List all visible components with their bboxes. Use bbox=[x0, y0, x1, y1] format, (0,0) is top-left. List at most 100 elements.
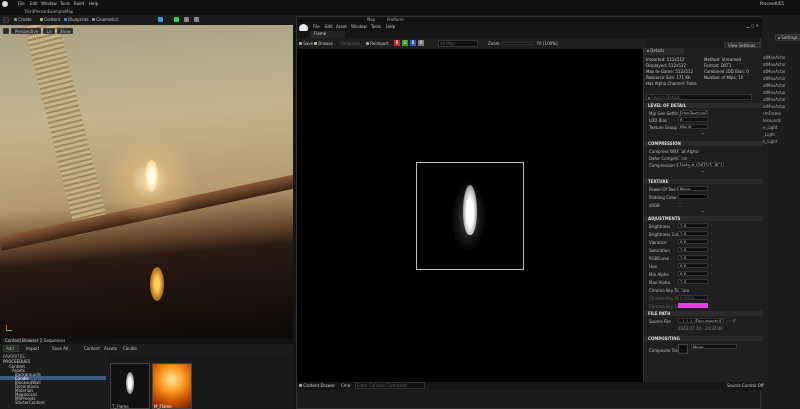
channel-r-toggle[interactable]: R bbox=[394, 40, 400, 46]
toolbar-blueprints[interactable]: Blueprints bbox=[64, 17, 89, 22]
editor-menu-help[interactable]: Help bbox=[386, 24, 395, 29]
viewport-menu-button[interactable] bbox=[3, 28, 9, 34]
menu-build[interactable]: Build bbox=[74, 1, 84, 6]
tab-platform[interactable]: Platform bbox=[387, 17, 404, 22]
editor-menu-asset[interactable]: Asset bbox=[336, 24, 347, 29]
channel-a-toggle[interactable]: A bbox=[418, 40, 424, 46]
step-icon[interactable] bbox=[184, 17, 189, 22]
expand-lod-chevron-icon[interactable]: ⌄ bbox=[698, 130, 708, 135]
prop-compression-settings-select[interactable]: Default (DXT1/5, BC1/3 on DX11) bbox=[678, 162, 724, 167]
outliner-item[interactable]: atMovActor bbox=[763, 76, 800, 83]
settings-button[interactable]: Settings bbox=[775, 34, 800, 41]
tab-map[interactable]: Map bbox=[367, 17, 375, 22]
prop-padding-color-swatch[interactable] bbox=[678, 194, 708, 199]
prop-saturation-input[interactable]: 1.0 bbox=[678, 247, 708, 252]
section-adjustments[interactable]: ADJUSTMENTS bbox=[644, 216, 763, 221]
cmd-label[interactable]: Cmd bbox=[341, 383, 350, 388]
outliner-item[interactable]: atMovActor bbox=[763, 97, 800, 104]
lit-button[interactable]: Lit bbox=[43, 28, 55, 34]
prop-chroma-key-texture-checkbox[interactable] bbox=[678, 288, 682, 292]
source-control-status[interactable]: Source Control Off bbox=[727, 383, 764, 388]
outliner-item[interactable]: atMovActor bbox=[763, 90, 800, 97]
save-level-button[interactable] bbox=[3, 17, 9, 23]
add-button[interactable]: Add bbox=[3, 345, 19, 352]
outliner-item[interactable]: atMovActor bbox=[763, 55, 800, 62]
path-candle[interactable]: Candle bbox=[123, 346, 137, 351]
section-compression[interactable]: COMPRESSION bbox=[644, 141, 763, 146]
outliner-item[interactable]: atMovActor bbox=[763, 104, 800, 111]
section-level-of-detail[interactable]: LEVEL OF DETAIL bbox=[644, 103, 763, 108]
prop-min-alpha-input[interactable]: 0.0 bbox=[678, 271, 708, 276]
texture-viewport[interactable] bbox=[297, 49, 643, 382]
tab-content-browser[interactable]: Content Browser 1 bbox=[3, 338, 45, 343]
details-search-input[interactable]: Search Details bbox=[646, 94, 752, 100]
prop-srgb-checkbox[interactable] bbox=[678, 203, 682, 207]
prop-max-alpha-input[interactable]: 1.0 bbox=[678, 279, 708, 284]
file-path-actions[interactable]: ⋯ ↺ bbox=[727, 318, 736, 323]
mode-icon[interactable] bbox=[158, 17, 163, 22]
tree-item[interactable]: StarterContent bbox=[0, 400, 106, 404]
browse-button[interactable]: Browse bbox=[314, 41, 333, 46]
outliner-item[interactable]: e_Light bbox=[763, 125, 800, 132]
expand-compression-chevron-icon[interactable]: ⌄ bbox=[698, 168, 708, 173]
prop-composite-texture-select[interactable]: None bbox=[691, 344, 737, 349]
prop-power-of-two-select[interactable]: None bbox=[678, 186, 708, 191]
tab-level[interactable]: ThirdPersonExampleMap bbox=[24, 9, 73, 14]
outliner-item[interactable]: atMovActor bbox=[763, 83, 800, 90]
menu-help[interactable]: Help bbox=[89, 1, 98, 6]
reimport-button[interactable]: Reimport bbox=[366, 41, 389, 46]
view-settings-button[interactable]: View Settings bbox=[724, 42, 760, 48]
path-assets[interactable]: Assets bbox=[104, 346, 117, 351]
menu-file[interactable]: File bbox=[18, 1, 25, 6]
section-compositing[interactable]: COMPOSITING bbox=[644, 336, 763, 341]
menu-edit[interactable]: Edit bbox=[30, 1, 38, 6]
section-texture[interactable]: TEXTURE bbox=[644, 179, 763, 184]
show-button[interactable]: Show bbox=[57, 28, 73, 34]
prop-source-file-path[interactable]: ../../../../Documents/Candle/Flame.png bbox=[678, 318, 724, 323]
save-all-button[interactable]: Save All bbox=[52, 346, 68, 351]
section-file-path[interactable]: FILE PATH bbox=[644, 311, 763, 316]
save-button[interactable]: Save bbox=[299, 41, 313, 46]
stop-icon[interactable] bbox=[194, 17, 199, 22]
expand-texture-chevron-icon[interactable]: ⌄ bbox=[698, 208, 708, 213]
toolbar-cinematics[interactable]: Cinematics bbox=[92, 17, 119, 22]
tab-sequencer[interactable]: Sequencer bbox=[44, 338, 65, 343]
menu-tools[interactable]: Tools bbox=[60, 1, 70, 6]
prop-chroma-key-threshold-input[interactable]: 0.0039 bbox=[678, 295, 708, 300]
outliner-item[interactable]: atMovActor bbox=[763, 69, 800, 76]
perspective-button[interactable]: Perspective bbox=[11, 28, 41, 34]
toolbar-create[interactable]: Create bbox=[14, 17, 32, 22]
level-viewport[interactable]: Perspective Lit Show bbox=[0, 25, 293, 338]
menu-window[interactable]: Window bbox=[41, 1, 57, 6]
content-drawer-button[interactable]: Content Drawer bbox=[299, 383, 335, 388]
prop-chroma-key-color-swatch[interactable] bbox=[678, 303, 708, 308]
prop-compress-no-alpha-checkbox[interactable] bbox=[678, 149, 682, 153]
toolbar-content[interactable]: Content bbox=[40, 17, 60, 22]
channel-g-toggle[interactable]: G bbox=[402, 40, 408, 46]
prop-lod-bias-input[interactable]: 0 bbox=[678, 117, 708, 122]
prop-defer-compression-checkbox[interactable] bbox=[678, 156, 682, 160]
outliner-item[interactable]: rmFrame bbox=[763, 111, 800, 118]
play-icon[interactable] bbox=[174, 17, 179, 22]
editor-menu-tools[interactable]: Tools bbox=[371, 24, 381, 29]
prop-texture-group-select[interactable]: World bbox=[678, 124, 708, 129]
compress-button[interactable]: Compress bbox=[340, 41, 360, 46]
zoom-slider[interactable] bbox=[502, 42, 532, 45]
prop-brightness-curve-input[interactable]: 1.0 bbox=[678, 231, 708, 236]
outliner-item[interactable]: lesounds bbox=[763, 118, 800, 125]
prop-mip-gen-select[interactable]: FromTextureGroup bbox=[678, 110, 708, 115]
path-content[interactable]: Content bbox=[84, 346, 100, 351]
asset-tile-flame-material[interactable]: M_Flame bbox=[152, 363, 192, 409]
mip-selector[interactable]: All Mips bbox=[438, 40, 478, 47]
outliner-item[interactable]: k_Light bbox=[763, 139, 800, 146]
editor-menu-file[interactable]: File bbox=[313, 24, 320, 29]
outliner-item[interactable]: _Light bbox=[763, 132, 800, 139]
editor-menu-window[interactable]: Window bbox=[351, 24, 367, 29]
window-controls[interactable]: ▁ ▢ ✕ bbox=[727, 23, 759, 29]
prop-composite-texture-thumb[interactable] bbox=[678, 344, 688, 354]
prop-rgb-curve-input[interactable]: 1.0 bbox=[678, 255, 708, 260]
prop-vibrance-input[interactable]: 0.0 bbox=[678, 239, 708, 244]
tab-flame[interactable]: Flame bbox=[310, 31, 345, 38]
outliner-item[interactable]: atMovActor bbox=[763, 62, 800, 69]
console-input[interactable]: Enter Console Command bbox=[355, 382, 425, 389]
